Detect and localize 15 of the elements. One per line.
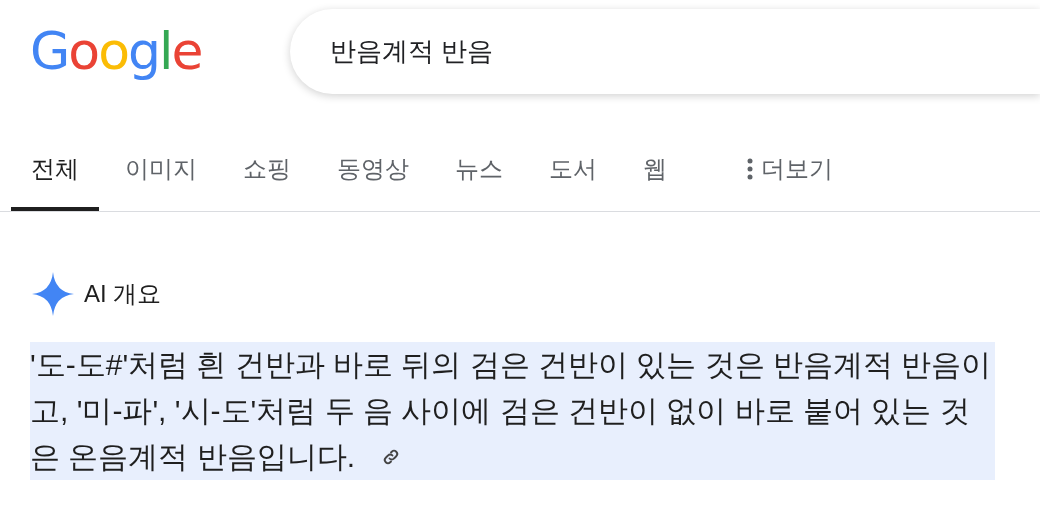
tab[interactable]: 웹	[637, 140, 673, 211]
search-field[interactable]: 반음계적 반음	[290, 8, 1040, 94]
google-logo[interactable]: Google	[30, 12, 290, 90]
tab[interactable]: 동영상	[331, 140, 415, 211]
ai-overview-title: AI 개요	[84, 279, 162, 309]
ai-overview-text: '도-도#'처럼 흰 건반과 바로 뒤의 검은 건반이 있는 것은 반음계적 반음이고, '미-파', '시-도'처럼 두 음 사이에 검은 건반이 없이 바로 붙어 있는 것은 온음계적 반음입니다.	[30, 342, 995, 480]
link-icon	[382, 447, 400, 466]
tab[interactable]: 도서	[543, 140, 603, 211]
more-menu[interactable]: 더보기	[747, 140, 833, 211]
tab[interactable]: 뉴스	[449, 140, 509, 211]
tab[interactable]: 이미지	[119, 140, 203, 211]
tab[interactable]: 전체	[11, 140, 99, 211]
tab[interactable]: 쇼핑	[237, 140, 297, 211]
more-icon	[747, 157, 753, 180]
sparkle-icon	[32, 272, 74, 316]
